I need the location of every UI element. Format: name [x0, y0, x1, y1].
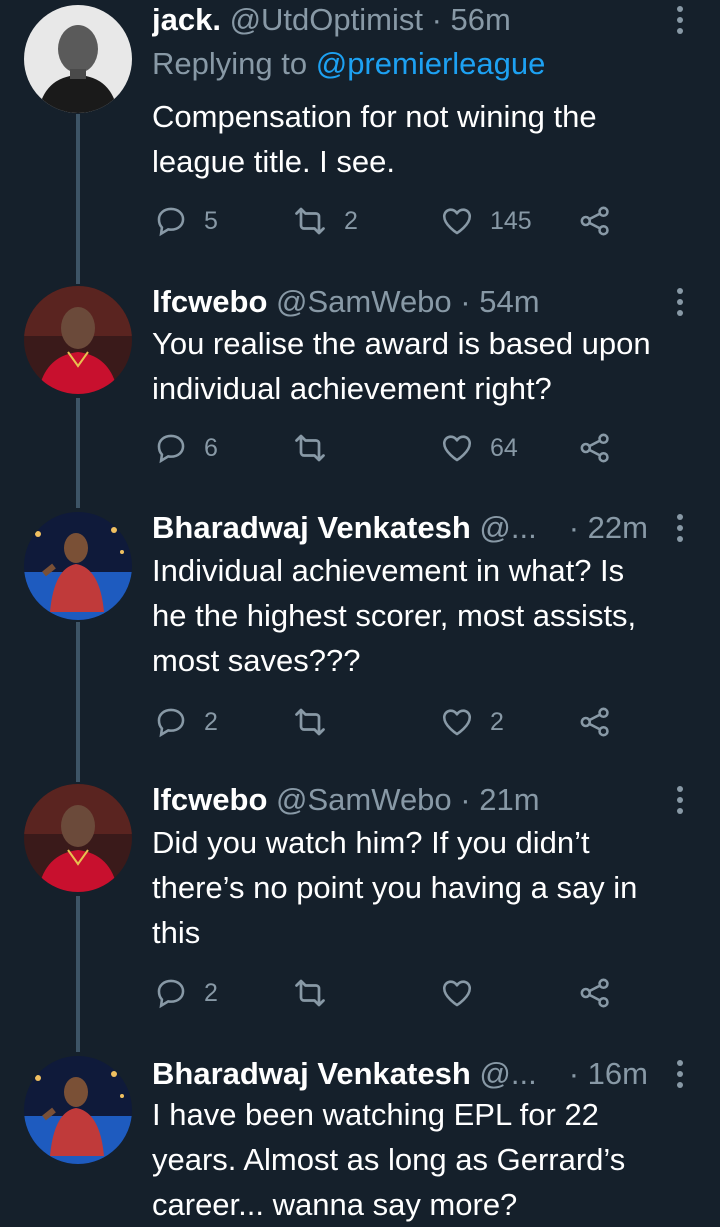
reply-count: 6	[204, 433, 218, 462]
reply-count: 2	[204, 978, 218, 1007]
more-options-icon[interactable]	[676, 1060, 684, 1088]
tweet-line: I have been watching EPL for 22	[152, 1097, 599, 1132]
tweet-text: Compensation for not wining the league t…	[152, 94, 696, 184]
display-name[interactable]: Bharadwaj Venkatesh	[152, 1056, 471, 1091]
timestamp[interactable]: · 54m	[460, 284, 539, 319]
heart-icon	[442, 709, 472, 736]
retweet-icon	[295, 979, 325, 1007]
reply-icon	[157, 708, 185, 738]
tweet[interactable]: jack. @UtdOptimist · 56m Replying to @pr…	[0, 0, 720, 250]
share-button[interactable]	[578, 428, 628, 468]
tweet-actions: 2 2	[152, 702, 696, 742]
tweet-line: You realise the award is based upon	[152, 326, 651, 361]
heart-icon	[442, 980, 472, 1007]
timestamp[interactable]: · 16m	[569, 1054, 648, 1094]
user-handle[interactable]: @...	[479, 510, 536, 545]
share-button[interactable]	[578, 201, 628, 241]
mention-link[interactable]: @premierleague	[316, 46, 546, 81]
tweet-line: this	[152, 915, 201, 950]
replying-to-label: Replying to	[152, 46, 308, 81]
share-button[interactable]	[578, 702, 628, 742]
tweet-actions: 5 2 145	[152, 201, 696, 241]
tweet-line: years. Almost as long as Gerrard’s	[152, 1142, 626, 1177]
timestamp[interactable]: · 56m	[432, 2, 511, 37]
reply-icon	[157, 434, 185, 464]
more-options-icon[interactable]	[676, 786, 684, 814]
like-button[interactable]: 64	[440, 428, 518, 468]
tweet-text: You realise the award is based upon indi…	[152, 321, 696, 411]
reply-icon	[157, 979, 185, 1009]
tweet[interactable]: lfcwebo @SamWebo · 54m You realise the a…	[0, 282, 720, 482]
reply-icon	[157, 207, 185, 237]
tweet-line: he the highest scorer, most assists,	[152, 598, 637, 633]
reply-button[interactable]: 2	[154, 973, 218, 1013]
retweet-icon	[295, 434, 325, 462]
tweet-line: individual achievement right?	[152, 371, 552, 406]
more-options-icon[interactable]	[676, 288, 684, 316]
avatar[interactable]	[24, 784, 132, 892]
avatar[interactable]	[24, 286, 132, 394]
share-icon	[580, 707, 609, 737]
tweet[interactable]: lfcwebo @SamWebo · 21m Did you watch him…	[0, 780, 720, 1030]
heart-icon	[442, 208, 472, 235]
reply-button[interactable]: 5	[154, 201, 218, 241]
tweet[interactable]: Bharadwaj Venkatesh @... · 16m I have be…	[0, 1054, 720, 1225]
tweet-text: Individual achievement in what? Is he th…	[152, 548, 696, 683]
retweet-icon	[295, 207, 325, 235]
retweet-button[interactable]	[292, 702, 344, 742]
avatar[interactable]	[24, 1056, 132, 1164]
user-handle[interactable]: @SamWebo	[276, 782, 452, 817]
tweet-line: Did you watch him? If you didn’t	[152, 825, 590, 860]
avatar[interactable]	[24, 512, 132, 620]
share-icon	[580, 433, 609, 463]
share-icon	[580, 206, 609, 236]
reply-button[interactable]: 6	[154, 428, 218, 468]
tweet-text: Did you watch him? If you didn’t there’s…	[152, 820, 696, 955]
share-button[interactable]	[578, 973, 628, 1013]
display-name[interactable]: lfcwebo	[152, 284, 267, 319]
display-name[interactable]: Bharadwaj Venkatesh	[152, 510, 471, 545]
tweet-line: league title. I see.	[152, 144, 395, 179]
user-handle[interactable]: @...	[479, 1056, 536, 1091]
retweet-icon	[295, 708, 325, 736]
share-icon	[580, 978, 609, 1008]
like-count: 145	[490, 206, 532, 235]
reply-count: 5	[204, 206, 218, 235]
tweet-line: Compensation for not wining the	[152, 99, 597, 134]
tweet[interactable]: Bharadwaj Venkatesh @... · 22m Individua…	[0, 508, 720, 758]
avatar[interactable]	[24, 5, 132, 113]
more-options-icon[interactable]	[676, 514, 684, 542]
tweet-line: there’s no point you having a say in	[152, 870, 638, 905]
retweet-button[interactable]	[292, 973, 344, 1013]
like-button[interactable]	[440, 973, 490, 1013]
retweet-button[interactable]: 2	[292, 201, 358, 241]
tweet-text: I have been watching EPL for 22 years. A…	[152, 1092, 696, 1227]
tweet-line: most saves???	[152, 643, 361, 678]
timestamp[interactable]: · 22m	[569, 508, 648, 548]
retweet-button[interactable]	[292, 428, 344, 468]
like-button[interactable]: 145	[440, 201, 532, 241]
reply-count: 2	[204, 707, 218, 736]
tweet-line: Individual achievement in what? Is	[152, 553, 625, 588]
like-count: 64	[490, 433, 518, 462]
retweet-count: 2	[344, 206, 358, 235]
tweet-actions: 2	[152, 973, 696, 1013]
user-handle[interactable]: @UtdOptimist	[230, 2, 423, 37]
like-count: 2	[490, 707, 504, 736]
user-handle[interactable]: @SamWebo	[276, 284, 452, 319]
more-options-icon[interactable]	[676, 6, 684, 34]
like-button[interactable]: 2	[440, 702, 504, 742]
display-name[interactable]: jack.	[152, 2, 221, 37]
replying-to: Replying to @premierleague	[152, 44, 545, 84]
tweet-actions: 6 64	[152, 428, 696, 468]
heart-icon	[442, 435, 472, 462]
reply-button[interactable]: 2	[154, 702, 218, 742]
timestamp[interactable]: · 21m	[460, 782, 539, 817]
tweet-line: career... wanna say more?	[152, 1187, 518, 1222]
display-name[interactable]: lfcwebo	[152, 782, 267, 817]
